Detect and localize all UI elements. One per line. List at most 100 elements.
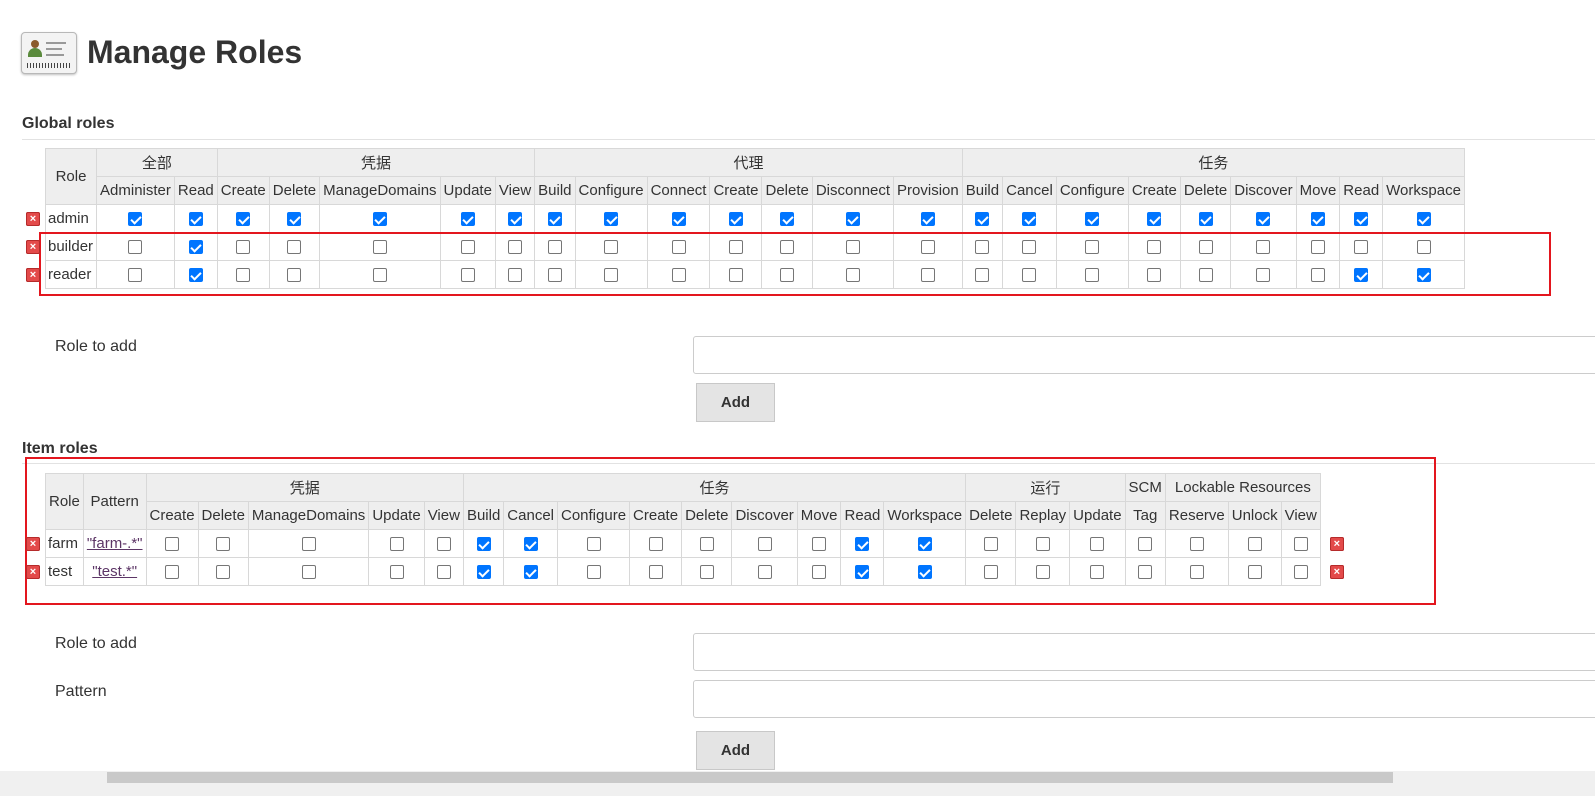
permission-cell [811, 204, 895, 233]
permission-header: Read [173, 176, 218, 205]
permission-checkbox[interactable] [1022, 212, 1037, 227]
item-pattern-label: Pattern [55, 683, 107, 700]
permission-checkbox[interactable] [128, 212, 143, 227]
user-card-icon [21, 32, 77, 74]
permission-checkbox[interactable] [975, 212, 990, 227]
delete-role-icon[interactable]: × [26, 564, 40, 579]
permission-header: View [494, 176, 536, 205]
delete-role-icon[interactable]: × [1329, 564, 1344, 579]
permission-checkbox[interactable] [188, 212, 203, 227]
permission-cell [893, 204, 963, 233]
item-roles-heading: Item roles [22, 440, 98, 457]
item-role-to-add-label: Role to add [55, 635, 137, 652]
permission-checkbox[interactable] [671, 212, 686, 227]
permission-cell [574, 204, 648, 233]
permission-cell [1382, 204, 1465, 233]
permission-group-header: 全部 [96, 148, 218, 177]
permission-checkbox[interactable] [604, 212, 619, 227]
permission-checkbox[interactable] [728, 212, 743, 227]
delete-role-icon[interactable]: × [26, 267, 40, 282]
role-column-header: Role [44, 148, 98, 205]
permission-checkbox[interactable] [1416, 212, 1431, 227]
permission-checkbox[interactable] [920, 212, 935, 227]
permission-header: ManageDomains [319, 176, 441, 205]
permission-checkbox[interactable] [1085, 212, 1100, 227]
role-row: admin [44, 204, 1465, 233]
permission-header: Administer [96, 176, 175, 205]
item-role-to-add-input[interactable] [693, 633, 1595, 671]
permission-header: Create [216, 176, 270, 205]
scrollbar-thumb[interactable] [107, 772, 1393, 783]
permission-cell [319, 204, 441, 233]
item-roles-highlight [25, 457, 1436, 605]
page-title: Manage Roles [87, 34, 303, 70]
permission-group-header: 凭据 [216, 148, 536, 177]
permission-cell [216, 204, 270, 233]
permission-header: Configure [1055, 176, 1129, 205]
permission-checkbox[interactable] [1256, 212, 1271, 227]
item-pattern-input[interactable] [693, 680, 1595, 718]
permission-cell [96, 204, 175, 233]
permission-header: Move [1295, 176, 1341, 205]
global-add-button[interactable]: Add [696, 383, 775, 422]
permission-cell [268, 204, 321, 233]
section-divider [22, 139, 1595, 140]
permission-cell [1002, 204, 1057, 233]
permission-checkbox[interactable] [508, 212, 523, 227]
delete-role-icon[interactable]: × [26, 211, 40, 226]
permission-cell [646, 204, 711, 233]
item-add-button[interactable]: Add [696, 731, 775, 770]
permission-cell [709, 204, 763, 233]
permission-header: Configure [574, 176, 648, 205]
horizontal-scrollbar[interactable] [0, 771, 1595, 796]
delete-role-icon[interactable]: × [26, 536, 40, 551]
permission-cell [494, 204, 536, 233]
permission-checkbox[interactable] [287, 212, 302, 227]
permission-cell [534, 204, 576, 233]
permission-cell [1179, 204, 1232, 233]
permission-header: Build [961, 176, 1004, 205]
permission-checkbox[interactable] [845, 212, 860, 227]
permission-header: Disconnect [811, 176, 895, 205]
permission-header: Create [709, 176, 763, 205]
permission-checkbox[interactable] [460, 212, 475, 227]
permission-header: Cancel [1002, 176, 1057, 205]
permission-cell [1055, 204, 1129, 233]
permission-cell [1127, 204, 1181, 233]
permission-header: Provision [893, 176, 963, 205]
permission-header: Delete [268, 176, 321, 205]
permission-checkbox[interactable] [372, 212, 387, 227]
global-role-to-add-input[interactable] [693, 336, 1595, 374]
permission-cell [1230, 204, 1297, 233]
permission-header: Create [1127, 176, 1181, 205]
permission-header: Discover [1230, 176, 1297, 205]
permission-checkbox[interactable] [1310, 212, 1325, 227]
global-role-to-add-label: Role to add [55, 338, 137, 355]
permission-cell [1295, 204, 1341, 233]
permission-header: Read [1339, 176, 1384, 205]
permission-group-header: 代理 [534, 148, 963, 177]
global-roles-heading: Global roles [22, 115, 115, 132]
permission-header: Update [439, 176, 496, 205]
role-name: admin [44, 204, 98, 233]
permission-header: Workspace [1382, 176, 1465, 205]
permission-checkbox[interactable] [780, 212, 795, 227]
permission-checkbox[interactable] [1198, 212, 1213, 227]
permission-checkbox[interactable] [1354, 212, 1369, 227]
permission-cell [761, 204, 813, 233]
permission-cell [961, 204, 1004, 233]
builder-reader-highlight [39, 232, 1551, 296]
permission-header: Connect [646, 176, 711, 205]
permission-checkbox[interactable] [547, 212, 562, 227]
permission-cell [173, 204, 218, 233]
delete-role-icon[interactable]: × [1329, 536, 1344, 551]
permission-checkbox[interactable] [236, 212, 251, 227]
permission-header: Delete [1179, 176, 1232, 205]
permission-header: Delete [761, 176, 813, 205]
permission-cell [1339, 204, 1384, 233]
permission-group-header: 任务 [961, 148, 1465, 177]
permission-cell [439, 204, 496, 233]
delete-role-icon[interactable]: × [26, 239, 40, 254]
permission-checkbox[interactable] [1147, 212, 1162, 227]
permission-header: Build [534, 176, 576, 205]
